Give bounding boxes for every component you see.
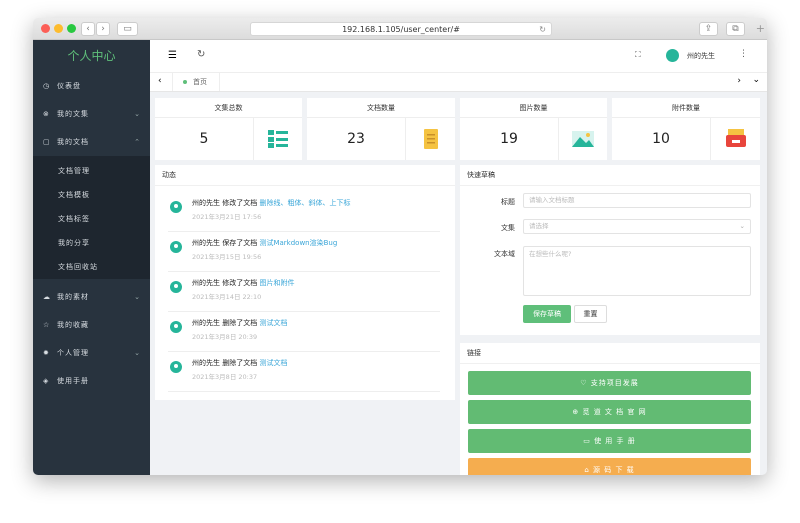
fullscreen-icon[interactable]: ⛶ <box>635 50 641 60</box>
forward-button[interactable]: › <box>96 22 110 36</box>
sidebar-subitem-doc-manage[interactable]: 文档管理 <box>58 166 90 176</box>
activity-item: 州的先生 删除了文档 测试文档 2021年3月8日 20:37 <box>168 352 440 392</box>
tabs-icon[interactable]: ⧉ <box>726 22 745 36</box>
documents-submenu: 文档管理 文档模板 文档标签 我的分享 文档回收站 <box>33 156 150 279</box>
text-area[interactable]: 在想些什么呢? <box>523 246 751 296</box>
activity-item: 州的先生 修改了文档 图片和附件 2021年3月14日 22:10 <box>168 272 440 312</box>
avatar <box>170 201 182 213</box>
support-project-button[interactable]: ♡ 支持项目发展 <box>468 371 751 395</box>
reload-icon[interactable]: ↻ <box>539 23 546 36</box>
sidebar-subitem-my-share[interactable]: 我的分享 <box>58 238 90 248</box>
official-site-button[interactable]: ⊕ 觅 道 文 档 官 网 <box>468 400 751 424</box>
document-link[interactable]: 测试文档 <box>259 319 287 327</box>
sidebar-item-manual[interactable]: ◈ 使用手册 <box>33 367 150 395</box>
avatar[interactable] <box>666 49 679 62</box>
document-icon <box>405 118 455 160</box>
gear-icon: ✹ <box>43 349 50 357</box>
sidebar-subitem-recycle-bin[interactable]: 文档回收站 <box>58 262 98 272</box>
sidebar-item-dashboard[interactable]: ◷ 仪表盘 <box>33 72 150 100</box>
stat-card-images: 图片数量 19 <box>460 98 607 160</box>
chevron-down-icon: ⌄ <box>739 222 745 230</box>
tabs-scroll-left-icon[interactable]: ‹ <box>158 76 162 86</box>
sidebar-toggle-icon[interactable]: ▭ <box>117 22 138 36</box>
collection-icon: ⊗ <box>43 110 50 118</box>
chevron-down-icon: ⌄ <box>134 349 141 357</box>
activity-item: 州的先生 删除了文档 测试文档 2021年3月8日 20:39 <box>168 312 440 352</box>
draft-title: 快速草稿 <box>460 165 760 186</box>
avatar <box>170 321 182 333</box>
document-link[interactable]: 测试文档 <box>259 359 287 367</box>
title-input[interactable]: 请输入文档标题 <box>523 193 751 208</box>
tabs-dropdown-icon[interactable]: ⌄ <box>752 75 760 85</box>
sidebar-item-collections[interactable]: ⊗ 我的文集 ⌄ <box>33 100 150 128</box>
activity-item: 州的先生 保存了文档 测试Markdown渲染Bug 2021年3月15日 19… <box>168 232 440 272</box>
browser-window: ‹ › ▭ 192.168.1.105/user_center/# ↻ ⇪ ⧉ +… <box>33 18 767 475</box>
refresh-icon[interactable]: ↻ <box>197 49 205 60</box>
sidebar-item-materials[interactable]: ☁ 我的素材 ⌄ <box>33 283 150 311</box>
stat-card-collections: 文集总数 5 <box>155 98 302 160</box>
more-icon[interactable]: ⋮ <box>739 49 748 59</box>
tab-home[interactable]: 首页 <box>172 73 220 91</box>
book-icon: ◈ <box>43 377 50 385</box>
maximize-button[interactable] <box>67 24 76 33</box>
stat-card-documents: 文档数量 23 <box>307 98 455 160</box>
tabs-scroll-right-icon[interactable]: › <box>737 76 741 86</box>
attachment-icon <box>710 118 760 160</box>
new-tab-icon[interactable]: + <box>756 22 765 35</box>
links-title: 链接 <box>460 343 760 364</box>
active-dot-icon <box>183 80 187 84</box>
document-link[interactable]: 删除线、粗体、斜体、上下标 <box>259 199 350 207</box>
avatar <box>170 241 182 253</box>
sidebar-subitem-doc-tags[interactable]: 文档标签 <box>58 214 90 224</box>
activity-card: 动态 州的先生 修改了文档 删除线、粗体、斜体、上下标 2021年3月21日 1… <box>155 165 455 400</box>
image-icon <box>558 118 607 160</box>
document-icon: ▢ <box>43 138 51 146</box>
back-button[interactable]: ‹ <box>81 22 95 36</box>
sidebar-subitem-doc-template[interactable]: 文档模板 <box>58 190 90 200</box>
source-download-button[interactable]: ⌂ 源 码 下 载 <box>468 458 751 475</box>
star-icon: ☆ <box>43 321 51 329</box>
chevron-up-icon: ⌃ <box>134 138 141 146</box>
title-bar: ‹ › ▭ 192.168.1.105/user_center/# ↻ ⇪ ⧉ + <box>33 18 767 40</box>
activity-title: 动态 <box>155 165 455 186</box>
list-icon <box>253 118 302 160</box>
dashboard-icon: ◷ <box>43 82 51 90</box>
sidebar-title: 个人中心 <box>67 49 116 63</box>
links-card: 链接 ♡ 支持项目发展 ⊕ 觅 道 文 档 官 网 ▭ 使 用 手 册 ⌂ 源 … <box>460 343 760 475</box>
sidebar-item-documents[interactable]: ▢ 我的文档 ⌃ <box>33 128 150 156</box>
tab-bar: ‹ 首页 › ⌄ <box>150 73 767 92</box>
reset-button[interactable]: 重置 <box>574 305 607 323</box>
username[interactable]: 州的先生 <box>687 51 715 61</box>
user-manual-button[interactable]: ▭ 使 用 手 册 <box>468 429 751 453</box>
avatar <box>170 361 182 373</box>
top-header: ☰ ↻ ⛶ 州的先生 ⋮ <box>150 40 767 73</box>
sidebar-item-personal[interactable]: ✹ 个人管理 ⌄ <box>33 339 150 367</box>
avatar <box>170 281 182 293</box>
activity-item: 州的先生 修改了文档 删除线、粗体、斜体、上下标 2021年3月21日 17:5… <box>168 192 440 232</box>
material-icon: ☁ <box>43 293 51 301</box>
close-button[interactable] <box>41 24 50 33</box>
sidebar: 个人中心 ◷ 仪表盘 ⊗ 我的文集 ⌄ ▢ 我的文档 ⌃ 文档管理 文档模板 文档标签 我… <box>33 40 150 475</box>
minimize-button[interactable] <box>54 24 63 33</box>
save-draft-button[interactable]: 保存草稿 <box>523 305 571 323</box>
document-link[interactable]: 测试Markdown渲染Bug <box>259 239 337 247</box>
sidebar-item-favorites[interactable]: ☆ 我的收藏 <box>33 311 150 339</box>
share-icon[interactable]: ⇪ <box>699 22 718 36</box>
chevron-down-icon: ⌄ <box>134 293 141 301</box>
document-link[interactable]: 图片和附件 <box>259 279 294 287</box>
address-bar[interactable]: 192.168.1.105/user_center/# ↻ <box>250 22 552 36</box>
chevron-down-icon: ⌄ <box>134 110 141 118</box>
stat-card-attachments: 附件数量 10 <box>612 98 760 160</box>
collection-select[interactable]: 请选择 ⌄ <box>523 219 751 234</box>
menu-fold-icon[interactable]: ☰ <box>168 50 177 61</box>
quick-draft-card: 快速草稿 标题 请输入文档标题 文集 请选择 ⌄ 文本域 在想些什么呢? 保存草稿… <box>460 165 760 335</box>
